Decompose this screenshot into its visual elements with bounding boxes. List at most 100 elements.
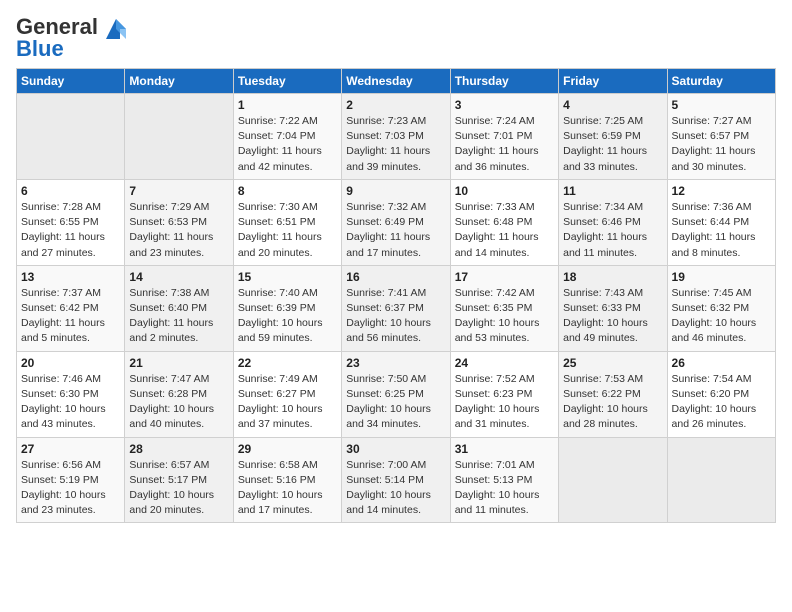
day-info: Sunrise: 7:30 AMSunset: 6:51 PMDaylight:… xyxy=(238,200,337,261)
day-number: 3 xyxy=(455,98,554,112)
col-header-tuesday: Tuesday xyxy=(233,69,341,94)
calendar-cell xyxy=(17,94,125,180)
calendar-cell: 1 Sunrise: 7:22 AMSunset: 7:04 PMDaylight… xyxy=(233,94,341,180)
calendar-cell: 11 Sunrise: 7:34 AMSunset: 6:46 PMDayligh… xyxy=(559,179,667,265)
day-info: Sunrise: 7:27 AMSunset: 6:57 PMDaylight:… xyxy=(672,114,771,175)
calendar-header-row: SundayMondayTuesdayWednesdayThursdayFrid… xyxy=(17,69,776,94)
day-number: 12 xyxy=(672,184,771,198)
calendar-cell: 10 Sunrise: 7:33 AMSunset: 6:48 PMDayligh… xyxy=(450,179,558,265)
calendar-cell: 4Sunrise: 7:25 AMSunset: 6:59 PMDaylight… xyxy=(559,94,667,180)
day-number: 7 xyxy=(129,184,228,198)
day-info: Sunrise: 7:25 AMSunset: 6:59 PMDaylight:… xyxy=(563,114,662,175)
col-header-friday: Friday xyxy=(559,69,667,94)
logo-icon xyxy=(102,15,130,43)
calendar-week-row: 13 Sunrise: 7:37 AMSunset: 6:42 PMDayligh… xyxy=(17,265,776,351)
calendar-table: SundayMondayTuesdayWednesdayThursdayFrid… xyxy=(16,68,776,523)
day-info: Sunrise: 7:37 AMSunset: 6:42 PMDaylight:… xyxy=(21,286,120,347)
calendar-cell: 28 Sunrise: 6:57 AMSunset: 5:17 PMDayligh… xyxy=(125,437,233,523)
day-info: Sunrise: 6:58 AMSunset: 5:16 PMDaylight:… xyxy=(238,458,337,519)
calendar-cell: 24 Sunrise: 7:52 AMSunset: 6:23 PMDayligh… xyxy=(450,351,558,437)
calendar-week-row: 1 Sunrise: 7:22 AMSunset: 7:04 PMDaylight… xyxy=(17,94,776,180)
calendar-cell: 12 Sunrise: 7:36 AMSunset: 6:44 PMDayligh… xyxy=(667,179,775,265)
day-info: Sunrise: 7:54 AMSunset: 6:20 PMDaylight:… xyxy=(672,372,771,433)
logo: General Blue xyxy=(16,16,130,60)
day-number: 27 xyxy=(21,442,120,456)
calendar-cell: 9 Sunrise: 7:32 AMSunset: 6:49 PMDaylight… xyxy=(342,179,450,265)
day-number: 15 xyxy=(238,270,337,284)
day-info: Sunrise: 7:01 AMSunset: 5:13 PMDaylight:… xyxy=(455,458,554,519)
calendar-week-row: 20Sunrise: 7:46 AMSunset: 6:30 PMDayligh… xyxy=(17,351,776,437)
col-header-wednesday: Wednesday xyxy=(342,69,450,94)
calendar-cell: 31 Sunrise: 7:01 AMSunset: 5:13 PMDayligh… xyxy=(450,437,558,523)
calendar-cell: 25 Sunrise: 7:53 AMSunset: 6:22 PMDayligh… xyxy=(559,351,667,437)
day-info: Sunrise: 7:34 AMSunset: 6:46 PMDaylight:… xyxy=(563,200,662,261)
day-number: 31 xyxy=(455,442,554,456)
day-info: Sunrise: 7:40 AMSunset: 6:39 PMDaylight:… xyxy=(238,286,337,347)
day-info: Sunrise: 7:52 AMSunset: 6:23 PMDaylight:… xyxy=(455,372,554,433)
calendar-cell: 17Sunrise: 7:42 AMSunset: 6:35 PMDayligh… xyxy=(450,265,558,351)
day-number: 14 xyxy=(129,270,228,284)
calendar-cell: 21 Sunrise: 7:47 AMSunset: 6:28 PMDayligh… xyxy=(125,351,233,437)
calendar-cell xyxy=(125,94,233,180)
day-number: 17 xyxy=(455,270,554,284)
day-number: 23 xyxy=(346,356,445,370)
day-number: 10 xyxy=(455,184,554,198)
day-info: Sunrise: 7:46 AMSunset: 6:30 PMDaylight:… xyxy=(21,372,120,433)
day-info: Sunrise: 7:41 AMSunset: 6:37 PMDaylight:… xyxy=(346,286,445,347)
day-info: Sunrise: 7:47 AMSunset: 6:28 PMDaylight:… xyxy=(129,372,228,433)
day-info: Sunrise: 7:22 AMSunset: 7:04 PMDaylight:… xyxy=(238,114,337,175)
day-number: 28 xyxy=(129,442,228,456)
day-number: 2 xyxy=(346,98,445,112)
calendar-cell: 30 Sunrise: 7:00 AMSunset: 5:14 PMDayligh… xyxy=(342,437,450,523)
day-info: Sunrise: 7:33 AMSunset: 6:48 PMDaylight:… xyxy=(455,200,554,261)
day-info: Sunrise: 7:53 AMSunset: 6:22 PMDaylight:… xyxy=(563,372,662,433)
day-number: 1 xyxy=(238,98,337,112)
day-info: Sunrise: 7:00 AMSunset: 5:14 PMDaylight:… xyxy=(346,458,445,519)
day-number: 21 xyxy=(129,356,228,370)
calendar-cell: 22 Sunrise: 7:49 AMSunset: 6:27 PMDayligh… xyxy=(233,351,341,437)
day-number: 18 xyxy=(563,270,662,284)
day-number: 13 xyxy=(21,270,120,284)
day-info: Sunrise: 7:29 AMSunset: 6:53 PMDaylight:… xyxy=(129,200,228,261)
calendar-cell: 5Sunrise: 7:27 AMSunset: 6:57 PMDaylight… xyxy=(667,94,775,180)
day-info: Sunrise: 7:28 AMSunset: 6:55 PMDaylight:… xyxy=(21,200,120,261)
day-info: Sunrise: 6:57 AMSunset: 5:17 PMDaylight:… xyxy=(129,458,228,519)
calendar-cell: 27 Sunrise: 6:56 AMSunset: 5:19 PMDayligh… xyxy=(17,437,125,523)
day-info: Sunrise: 6:56 AMSunset: 5:19 PMDaylight:… xyxy=(21,458,120,519)
day-number: 22 xyxy=(238,356,337,370)
calendar-week-row: 6Sunrise: 7:28 AMSunset: 6:55 PMDaylight… xyxy=(17,179,776,265)
day-number: 26 xyxy=(672,356,771,370)
day-number: 25 xyxy=(563,356,662,370)
day-info: Sunrise: 7:49 AMSunset: 6:27 PMDaylight:… xyxy=(238,372,337,433)
day-number: 19 xyxy=(672,270,771,284)
day-info: Sunrise: 7:50 AMSunset: 6:25 PMDaylight:… xyxy=(346,372,445,433)
day-number: 16 xyxy=(346,270,445,284)
day-number: 24 xyxy=(455,356,554,370)
day-info: Sunrise: 7:36 AMSunset: 6:44 PMDaylight:… xyxy=(672,200,771,261)
col-header-sunday: Sunday xyxy=(17,69,125,94)
calendar-cell: 16 Sunrise: 7:41 AMSunset: 6:37 PMDayligh… xyxy=(342,265,450,351)
logo-text: General Blue xyxy=(16,16,98,60)
calendar-cell: 2Sunrise: 7:23 AMSunset: 7:03 PMDaylight… xyxy=(342,94,450,180)
day-info: Sunrise: 7:38 AMSunset: 6:40 PMDaylight:… xyxy=(129,286,228,347)
col-header-monday: Monday xyxy=(125,69,233,94)
logo-blue: Blue xyxy=(16,36,64,61)
calendar-cell: 18 Sunrise: 7:43 AMSunset: 6:33 PMDayligh… xyxy=(559,265,667,351)
calendar-cell: 7 Sunrise: 7:29 AMSunset: 6:53 PMDaylight… xyxy=(125,179,233,265)
day-info: Sunrise: 7:32 AMSunset: 6:49 PMDaylight:… xyxy=(346,200,445,261)
calendar-cell: 19Sunrise: 7:45 AMSunset: 6:32 PMDayligh… xyxy=(667,265,775,351)
calendar-cell: 8Sunrise: 7:30 AMSunset: 6:51 PMDaylight… xyxy=(233,179,341,265)
calendar-cell xyxy=(667,437,775,523)
day-number: 30 xyxy=(346,442,445,456)
calendar-cell: 3 Sunrise: 7:24 AMSunset: 7:01 PMDaylight… xyxy=(450,94,558,180)
day-number: 11 xyxy=(563,184,662,198)
day-info: Sunrise: 7:24 AMSunset: 7:01 PMDaylight:… xyxy=(455,114,554,175)
calendar-cell: 23 Sunrise: 7:50 AMSunset: 6:25 PMDayligh… xyxy=(342,351,450,437)
day-info: Sunrise: 7:43 AMSunset: 6:33 PMDaylight:… xyxy=(563,286,662,347)
day-number: 9 xyxy=(346,184,445,198)
calendar-cell: 6Sunrise: 7:28 AMSunset: 6:55 PMDaylight… xyxy=(17,179,125,265)
calendar-week-row: 27 Sunrise: 6:56 AMSunset: 5:19 PMDayligh… xyxy=(17,437,776,523)
calendar-cell: 20Sunrise: 7:46 AMSunset: 6:30 PMDayligh… xyxy=(17,351,125,437)
calendar-cell: 14 Sunrise: 7:38 AMSunset: 6:40 PMDayligh… xyxy=(125,265,233,351)
calendar-cell: 15 Sunrise: 7:40 AMSunset: 6:39 PMDayligh… xyxy=(233,265,341,351)
